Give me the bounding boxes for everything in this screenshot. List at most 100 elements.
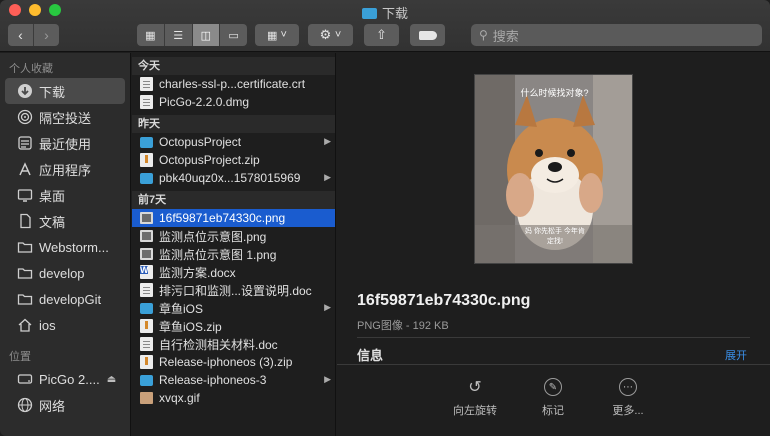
list-view-button[interactable]: ☰ — [163, 24, 192, 46]
expand-link[interactable]: 展开 — [725, 347, 747, 363]
folder-icon — [140, 136, 153, 148]
navigation-group: ‹ › — [8, 24, 59, 46]
column-view-icon: ◫ — [200, 29, 212, 42]
group-by-button[interactable]: ▦ ˅ — [255, 24, 299, 46]
window-title: 下载 — [0, 3, 770, 22]
zip-icon — [140, 319, 153, 333]
info-heading: 信息 — [357, 348, 384, 363]
sidebar-item-desktop[interactable]: 桌面 — [0, 182, 130, 208]
gallery-view-button[interactable]: ▭ — [219, 24, 247, 46]
document-icon — [140, 337, 153, 351]
rotate-left-action[interactable]: ↺ 向左旋转 — [445, 378, 505, 418]
document-icon — [140, 77, 153, 91]
markup-action[interactable]: ✎ 标记 — [523, 378, 583, 418]
folder-row[interactable]: Release-iphoneos-3 ▶ — [132, 371, 335, 389]
sidebar-item-documents[interactable]: 文稿 — [0, 208, 130, 234]
share-icon: ⇧ — [376, 27, 387, 42]
disk-image-icon — [140, 95, 153, 109]
sidebar-item-label: ios — [39, 317, 56, 333]
search-icon: ⚲ — [479, 28, 488, 42]
folder-icon — [16, 264, 34, 282]
image-file-icon — [140, 248, 153, 260]
eject-icon[interactable]: ⏏ — [107, 374, 116, 385]
tags-button[interactable] — [410, 24, 445, 46]
image-preview[interactable]: 什么时候找对象? 妈 你先松手 今年肯定找! — [474, 74, 633, 264]
sidebar-heading-favorites: 个人收藏 — [9, 63, 53, 75]
file-row[interactable]: PicGo-2.2.0.dmg — [132, 93, 335, 111]
sidebar-item-developgit[interactable]: developGit — [0, 286, 130, 312]
file-row[interactable]: 章鱼iOS.zip — [132, 317, 335, 335]
divider — [357, 337, 750, 338]
folder-icon — [140, 374, 153, 386]
desktop-icon — [16, 186, 34, 204]
sidebar-item-recents[interactable]: 最近使用 — [0, 130, 130, 156]
file-name: Release-iphoneos-3 — [159, 373, 267, 387]
more-icon: ⋯ — [619, 378, 637, 396]
sidebar-heading-locations: 位置 — [9, 351, 31, 363]
icon-view-button[interactable]: ▦ — [137, 24, 164, 46]
action-label: 更多... — [612, 405, 644, 417]
preview-file-name: 16f59871eb74330c.png — [357, 292, 531, 309]
share-button[interactable]: ⇧ — [364, 24, 399, 46]
sidebar-item-label: 文稿 — [39, 214, 66, 230]
view-mode-group: ▦ ☰ ◫ ▭ — [137, 24, 247, 46]
back-button[interactable]: ‹ — [8, 24, 33, 46]
recents-icon — [16, 134, 34, 152]
more-action[interactable]: ⋯ 更多... — [598, 378, 658, 418]
folder-row[interactable]: OctopusProject ▶ — [132, 133, 335, 151]
file-row[interactable]: 监测方案.docx — [132, 263, 335, 281]
home-icon — [16, 316, 34, 334]
folder-icon — [16, 238, 34, 256]
document-icon — [140, 283, 153, 297]
search-placeholder: 搜索 — [492, 28, 519, 44]
file-name: 自行检测相关材料.doc — [159, 337, 278, 352]
file-row[interactable]: charles-ssl-p...certificate.crt — [132, 75, 335, 93]
forward-button[interactable]: › — [33, 24, 59, 46]
file-name: OctopusProject.zip — [159, 153, 260, 167]
file-name: xvqx.gif — [159, 391, 200, 405]
disclosure-arrow-icon: ▶ — [324, 302, 331, 312]
icon-view-icon: ▦ — [145, 29, 156, 42]
file-row[interactable]: 监测点位示意图 1.png — [132, 245, 335, 263]
list-view-icon: ☰ — [173, 29, 184, 42]
network-icon — [16, 396, 34, 414]
file-row-selected[interactable]: 16f59871eb74330c.png — [132, 209, 335, 227]
sidebar-item-develop[interactable]: develop — [0, 260, 130, 286]
gear-icon: ⚙ — [319, 27, 332, 42]
image-caption: 什么时候找对象? — [520, 88, 589, 98]
file-name: pbk40uqz0x...1578015969 — [159, 171, 301, 185]
gif-file-icon — [140, 392, 153, 404]
image-file-icon — [140, 230, 153, 242]
sidebar-item-downloads[interactable]: 下载 — [5, 78, 125, 104]
file-name: 监测点位示意图.png — [159, 229, 267, 244]
file-name: 监测方案.docx — [159, 265, 236, 280]
file-row[interactable]: OctopusProject.zip — [132, 151, 335, 169]
sidebar-item-picgo-disk[interactable]: PicGo 2.... ⏏ — [0, 366, 130, 392]
file-row[interactable]: 监测点位示意图.png — [132, 227, 335, 245]
folder-row[interactable]: pbk40uqz0x...1578015969 ▶ — [132, 169, 335, 187]
file-name: 章鱼iOS — [159, 301, 204, 316]
sidebar-item-label: Webstorm... — [39, 239, 109, 255]
action-button[interactable]: ⚙ ˅ — [308, 24, 353, 46]
divider — [337, 364, 770, 365]
folder-icon — [361, 8, 377, 19]
folder-icon — [140, 172, 153, 184]
word-document-icon — [140, 265, 153, 279]
sidebar-item-webstorm[interactable]: Webstorm... — [0, 234, 130, 260]
file-row[interactable]: xvqx.gif — [132, 389, 335, 407]
sidebar-item-ios[interactable]: ios — [0, 312, 130, 338]
sidebar-item-airdrop[interactable]: 隔空投送 — [0, 104, 130, 130]
action-label: 标记 — [542, 405, 564, 417]
folder-row[interactable]: 章鱼iOS ▶ — [132, 299, 335, 317]
file-row[interactable]: 排污口和监测...设置说明.doc — [132, 281, 335, 299]
sidebar-item-applications[interactable]: 应用程序 — [0, 156, 130, 182]
chevron-down-icon: ˅ — [280, 29, 287, 41]
zip-icon — [140, 153, 153, 167]
sidebar-item-label: develop — [39, 265, 85, 281]
chevron-left-icon: ‹ — [18, 27, 23, 43]
column-view-button[interactable]: ◫ — [191, 24, 220, 46]
file-row[interactable]: Release-iphoneos (3).zip — [132, 353, 335, 371]
search-field[interactable]: ⚲ 搜索 — [471, 24, 762, 46]
file-row[interactable]: 自行检测相关材料.doc — [132, 335, 335, 353]
sidebar-item-network[interactable]: 网络 — [0, 392, 130, 418]
